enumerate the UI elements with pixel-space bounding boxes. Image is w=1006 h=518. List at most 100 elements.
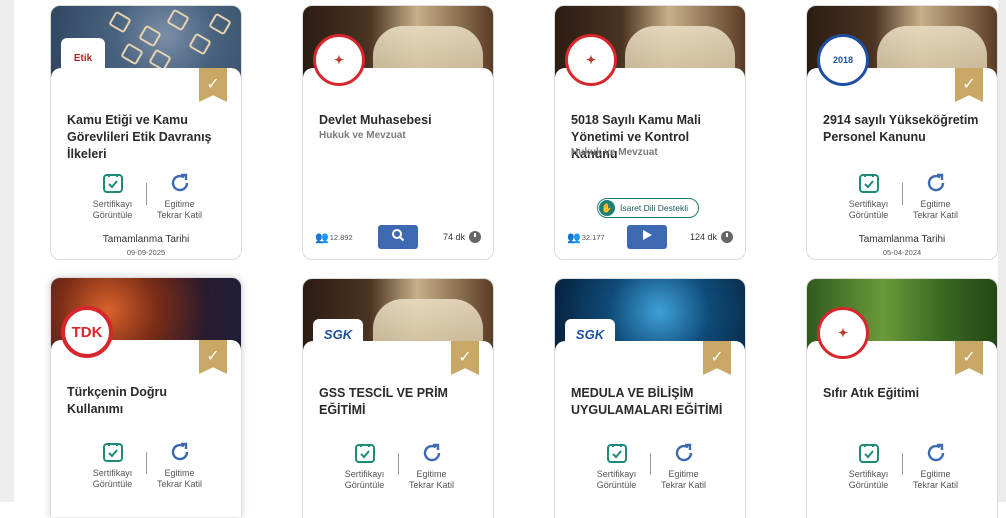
view-certificate-button[interactable]: Sertifikayı Görüntüle <box>836 441 902 491</box>
certificate-label-line2: Görüntüle <box>848 210 889 220</box>
retake-label-line2: Tekrar Katil <box>912 210 958 220</box>
users-icon: 👥 <box>567 231 581 244</box>
completion-date: 05-04-2024 <box>882 248 922 257</box>
course-actions: Sertifikayı Görüntüle Egitime Tekrar Katil <box>807 171 997 227</box>
course-actions: Sertifikayı Görüntüle Egitime Tekrar Katil <box>303 441 493 497</box>
course-card-body: ✓ Sıfır Atık Eğitimi Sertifikayı Görüntül… <box>807 341 997 518</box>
course-footer: 👥 12.892 74 dk <box>315 225 481 249</box>
course-card-devlet-muhasebesi[interactable]: ✦ Devlet Muhasebesi Hukuk ve Mevzuat 👥 12… <box>302 5 494 260</box>
course-card-body: ✓ 2914 sayılı Yükseköğretim Personel Kan… <box>807 68 997 259</box>
retake-course-button[interactable]: Egitime Tekrar Katil <box>651 441 717 491</box>
course-card-turkcenin-dogru-kullanimi[interactable]: TDK ✓ Türkçenin Doğru Kullanımı Sertifik… <box>50 277 242 517</box>
course-title[interactable]: Devlet Muhasebesi <box>319 112 475 129</box>
course-title[interactable]: 2914 sayılı Yükseköğretim Personel Kanun… <box>823 112 979 146</box>
course-card-body: ✓ Kamu Etiği ve Kamu Görevlileri Etik Da… <box>51 68 241 259</box>
certificate-label-line2: Görüntüle <box>92 479 133 489</box>
retake-course-button[interactable]: Egitime Tekrar Katil <box>903 441 969 491</box>
certificate-label-line1: Sertifikayı <box>848 199 889 209</box>
certificate-label-line2: Görüntüle <box>344 480 385 490</box>
course-card-medula[interactable]: SGK ✓ MEDULA VE BİLİŞİM UYGULAMALARI EĞİ… <box>554 278 746 518</box>
left-page-edge <box>0 0 14 502</box>
retake-course-button[interactable]: Egitime Tekrar Katil <box>399 441 465 491</box>
course-title[interactable]: MEDULA VE BİLİŞİM UYGULAMALARI EĞİTİMİ <box>571 385 727 419</box>
retake-label-line1: Egitime <box>164 199 195 209</box>
course-card-body: 5018 Sayılı Kamu Mali Yönetimi ve Kontro… <box>555 68 745 259</box>
completion-date: 09-09-2025 <box>126 248 166 257</box>
check-ribbon-icon: ✓ <box>955 68 983 102</box>
course-title[interactable]: Sıfır Atık Eğitimi <box>823 385 979 402</box>
retake-label-line2: Tekrar Katil <box>912 480 958 490</box>
play-course-button[interactable] <box>627 225 668 249</box>
check-ribbon-icon: ✓ <box>199 68 227 102</box>
retake-label-line1: Egitime <box>920 199 951 209</box>
view-certificate-button[interactable]: Sertifikayı Görüntüle <box>80 440 146 490</box>
retake-course-button[interactable]: Egitime Tekrar Katil <box>147 171 213 221</box>
retake-label-line1: Egitime <box>920 469 951 479</box>
course-title[interactable]: Türkçenin Doğru Kullanımı <box>67 384 223 418</box>
certificate-check-icon <box>101 440 125 464</box>
certificate-label-line1: Sertifikayı <box>92 468 133 478</box>
course-title[interactable]: GSS TESCİL VE PRİM EĞİTİMİ <box>319 385 475 419</box>
retake-label-line1: Egitime <box>668 469 699 479</box>
participant-count: 👥 32.177 <box>567 231 605 244</box>
course-card-body: ✓ MEDULA VE BİLİŞİM UYGULAMALARI EĞİTİMİ… <box>555 341 745 518</box>
view-certificate-button[interactable]: Sertifikayı Görüntüle <box>80 171 146 221</box>
institution-logo: ✦ <box>565 34 617 86</box>
institution-logo: SGK <box>313 319 363 349</box>
certificate-label-line2: Görüntüle <box>848 480 889 490</box>
retake-label-line1: Egitime <box>416 469 447 479</box>
course-card-2914-kanunu[interactable]: 2018 ✓ 2914 sayılı Yükseköğretim Persone… <box>806 5 998 260</box>
sign-language-icon: ✋ <box>599 200 615 216</box>
refresh-icon <box>420 441 444 465</box>
course-card-5018-kanunu[interactable]: ✦ 5018 Sayılı Kamu Mali Yönetimi ve Kont… <box>554 5 746 260</box>
course-actions: Sertifikayı Görüntüle Egitime Tekrar Katil <box>555 441 745 497</box>
retake-label-line2: Tekrar Katil <box>156 210 202 220</box>
scrollbar-track[interactable] <box>998 0 1006 502</box>
certificate-label-line2: Görüntüle <box>92 210 133 220</box>
course-actions: Sertifikayı Görüntüle Egitime Tekrar Katil <box>807 441 997 497</box>
certificate-label-line2: Görüntüle <box>596 480 637 490</box>
sign-language-badge: ✋ İsaret Dili Destekli <box>597 198 700 218</box>
retake-label-line2: Tekrar Katil <box>408 480 454 490</box>
certificate-check-icon <box>857 171 881 195</box>
clock-icon <box>469 231 481 243</box>
search-icon <box>391 228 405 247</box>
participant-count: 👥 12.892 <box>315 231 353 244</box>
check-ribbon-icon: ✓ <box>199 340 227 374</box>
completion-date-label: Tamamlanma Tarihi <box>858 234 946 245</box>
preview-course-button[interactable] <box>377 225 418 249</box>
course-card-sifir-atik[interactable]: ✦ ✓ Sıfır Atık Eğitimi Sertifikayı Görünt… <box>806 278 998 518</box>
retake-course-button[interactable]: Egitime Tekrar Katil <box>147 440 213 490</box>
institution-logo: ✦ <box>313 34 365 86</box>
certificate-check-icon <box>857 441 881 465</box>
course-category: Hukuk ve Mevzuat <box>319 130 406 141</box>
certificate-label-line1: Sertifikayı <box>848 469 889 479</box>
retake-course-button[interactable]: Egitime Tekrar Katil <box>903 171 969 221</box>
certificate-label-line1: Sertifikayı <box>92 199 133 209</box>
course-category: Hukuk ve Mevzuat <box>571 147 658 158</box>
course-title[interactable]: Kamu Etiği ve Kamu Görevlileri Etik Davr… <box>67 112 223 163</box>
retake-label-line2: Tekrar Katil <box>156 479 202 489</box>
institution-logo: TDK <box>61 306 113 358</box>
refresh-icon <box>924 171 948 195</box>
certificate-check-icon <box>605 441 629 465</box>
completion-date-label: Tamamlanma Tarihi <box>102 234 190 245</box>
view-certificate-button[interactable]: Sertifikayı Görüntüle <box>584 441 650 491</box>
course-card-body: Devlet Muhasebesi Hukuk ve Mevzuat 👥 12.8… <box>303 68 493 259</box>
course-duration: 74 dk <box>443 231 481 243</box>
refresh-icon <box>168 440 192 464</box>
refresh-icon <box>168 171 192 195</box>
clock-icon <box>721 231 733 243</box>
course-footer: 👥 32.177 124 dk <box>567 225 733 249</box>
course-duration: 124 dk <box>690 231 733 243</box>
course-actions: Sertifikayı Görüntüle Egitime Tekrar Katil <box>51 440 241 496</box>
certificate-check-icon <box>353 441 377 465</box>
course-actions: Sertifikayı Görüntüle Egitime Tekrar Katil <box>51 171 241 227</box>
check-ribbon-icon: ✓ <box>955 341 983 375</box>
view-certificate-button[interactable]: Sertifikayı Görüntüle <box>836 171 902 221</box>
institution-logo: Etik <box>61 38 105 78</box>
course-card-gss-tescil[interactable]: SGK ✓ GSS TESCİL VE PRİM EĞİTİMİ Sertifi… <box>302 278 494 518</box>
view-certificate-button[interactable]: Sertifikayı Görüntüle <box>332 441 398 491</box>
retake-label-line1: Egitime <box>164 468 195 478</box>
course-card-kamu-etigi[interactable]: Etik ✓ Kamu Etiği ve Kamu Görevlileri Et… <box>50 5 242 260</box>
